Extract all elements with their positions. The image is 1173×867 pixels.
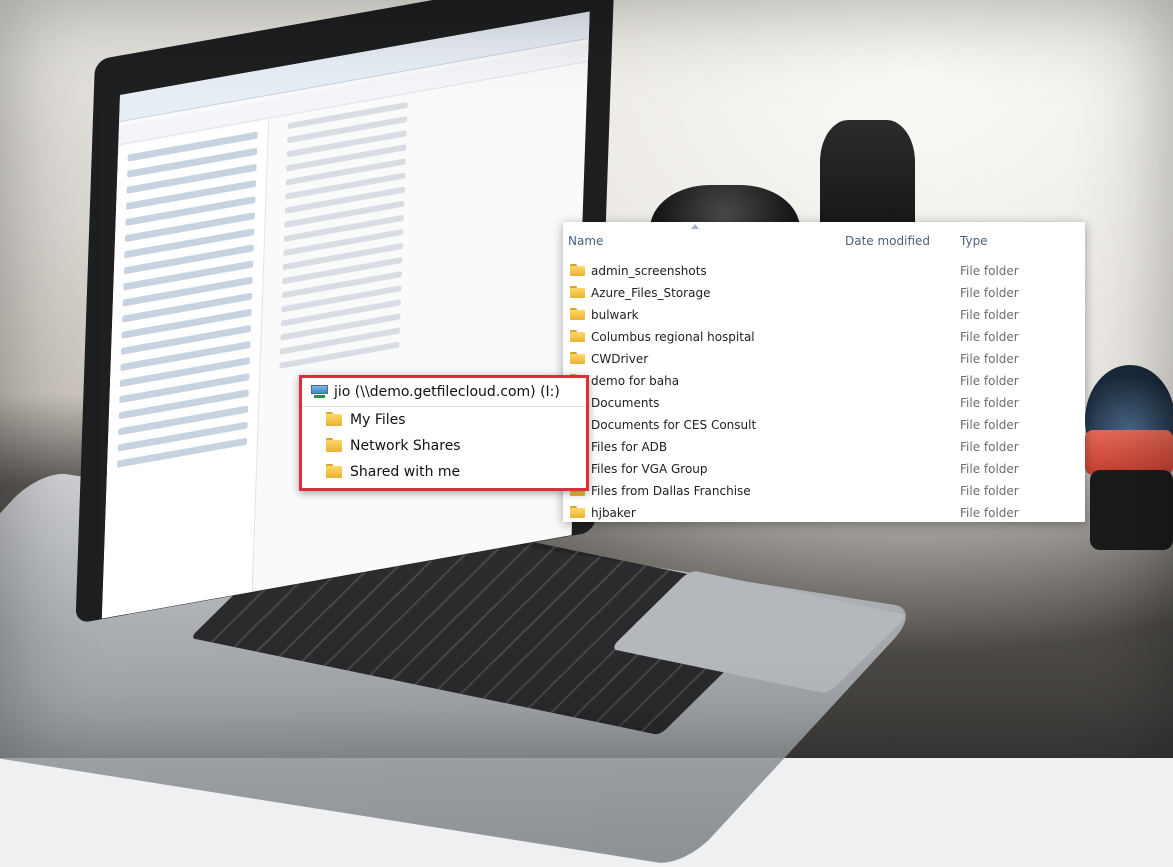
folder-icon: [570, 330, 585, 342]
file-list-rows: admin_screenshots File folder Azure_Files_…: [563, 260, 1085, 524]
file-name: Azure_Files_Storage: [591, 286, 711, 300]
network-drive-label: jio (\\demo.getfilecloud.com) (I:): [334, 384, 560, 400]
folder-icon: [570, 286, 585, 298]
file-type: File folder: [960, 374, 1019, 388]
nav-item-my-files[interactable]: My Files: [302, 407, 586, 433]
file-row[interactable]: Files for ADB File folder: [563, 436, 1085, 458]
file-type: File folder: [960, 286, 1019, 300]
nav-item-label: My Files: [350, 412, 406, 428]
explorer-nav-pane: [101, 120, 270, 619]
file-type: File folder: [960, 352, 1019, 366]
network-drive-item[interactable]: jio (\\demo.getfilecloud.com) (I:): [302, 378, 586, 407]
folder-icon: [326, 464, 342, 478]
file-type: File folder: [960, 506, 1019, 520]
file-row[interactable]: Columbus regional hospital File folder: [563, 326, 1085, 348]
column-header-type[interactable]: Type: [960, 234, 988, 248]
nav-item-label: Network Shares: [350, 438, 461, 454]
file-row[interactable]: CWDriver File folder: [563, 348, 1085, 370]
file-name: Files for ADB: [591, 440, 668, 454]
file-name: Documents for CES Consult: [591, 418, 757, 432]
folder-icon: [570, 308, 585, 320]
file-name: admin_screenshots: [591, 264, 707, 278]
red-case-image: [1085, 430, 1173, 475]
file-name: CWDriver: [591, 352, 649, 366]
file-row[interactable]: Files for VGA Group File folder: [563, 458, 1085, 480]
file-type: File folder: [960, 308, 1019, 322]
phone-image: [1090, 470, 1173, 550]
file-type: File folder: [960, 440, 1019, 454]
folder-icon: [570, 264, 585, 276]
file-row[interactable]: demo for baha File folder: [563, 370, 1085, 392]
file-name: Files for VGA Group: [591, 462, 708, 476]
nav-item-network-shares[interactable]: Network Shares: [302, 433, 586, 459]
file-type: File folder: [960, 330, 1019, 344]
file-type: File folder: [960, 484, 1019, 498]
folder-icon: [326, 412, 342, 426]
file-type: File folder: [960, 264, 1019, 278]
file-name: Documents: [591, 396, 660, 410]
file-name: bulwark: [591, 308, 639, 322]
folder-icon: [570, 506, 585, 518]
file-type: File folder: [960, 462, 1019, 476]
laptop-display-explorer: [101, 11, 590, 619]
network-drive-icon: [311, 385, 328, 398]
file-row[interactable]: Files from Dallas Franchise File folder: [563, 480, 1085, 502]
file-row[interactable]: hjbaker File folder: [563, 502, 1085, 524]
file-type: File folder: [960, 396, 1019, 410]
file-list-header: Name Date modified Type: [563, 222, 1085, 259]
file-name: demo for baha: [591, 374, 680, 388]
sort-ascending-icon: [691, 224, 699, 229]
nav-item-shared-with-me[interactable]: Shared with me: [302, 459, 586, 485]
nav-item-label: Shared with me: [350, 464, 461, 480]
column-header-date-modified[interactable]: Date modified: [845, 234, 930, 248]
folder-icon: [326, 438, 342, 452]
file-name: Columbus regional hospital: [591, 330, 755, 344]
file-row[interactable]: bulwark File folder: [563, 304, 1085, 326]
file-type: File folder: [960, 418, 1019, 432]
column-header-name[interactable]: Name: [568, 234, 603, 248]
folder-icon: [570, 352, 585, 364]
file-row[interactable]: Azure_Files_Storage File folder: [563, 282, 1085, 304]
file-row[interactable]: admin_screenshots File folder: [563, 260, 1085, 282]
nav-tree-popup: jio (\\demo.getfilecloud.com) (I:) My Fi…: [299, 375, 589, 491]
file-row[interactable]: Documents for CES Consult File folder: [563, 414, 1085, 436]
file-row[interactable]: Documents File folder: [563, 392, 1085, 414]
file-name: Files from Dallas Franchise: [591, 484, 751, 498]
file-list-panel: Name Date modified Type admin_screenshot…: [563, 222, 1085, 522]
file-name: hjbaker: [591, 506, 636, 520]
